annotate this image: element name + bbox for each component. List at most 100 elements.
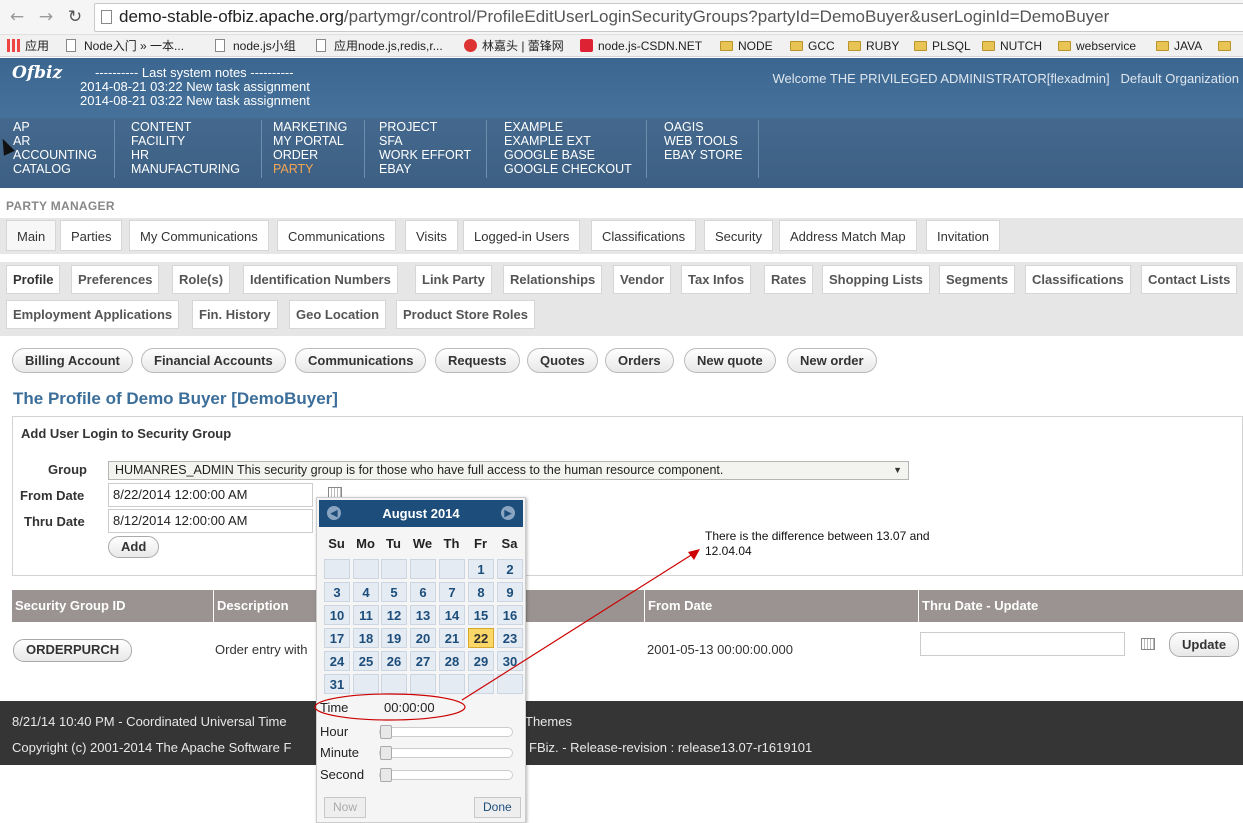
app-link[interactable]: MY PORTAL <box>273 134 347 148</box>
subtab-geo-location[interactable]: Geo Location <box>289 300 387 329</box>
bookmark-item[interactable]: 林嘉头 | 蕾锋网 <box>464 38 564 54</box>
calendar-day[interactable]: 13 <box>410 605 436 625</box>
themes-link[interactable]: Themes <box>525 714 572 729</box>
app-link[interactable]: EXAMPLE EXT <box>504 134 632 148</box>
calendar-day[interactable]: 26 <box>381 651 407 671</box>
calendar-day[interactable]: 7 <box>439 582 465 602</box>
calendar-day[interactable]: 4 <box>353 582 379 602</box>
col-from-date[interactable]: From Date <box>645 590 919 622</box>
slider-handle[interactable] <box>380 768 392 782</box>
app-link[interactable]: EBAY <box>379 162 471 176</box>
calendar-day[interactable]: 3 <box>324 582 350 602</box>
calendar-day[interactable]: 10 <box>324 605 350 625</box>
subtab-fin-history[interactable]: Fin. History <box>192 300 278 329</box>
bookmark-folder[interactable]: RUBY <box>848 38 899 54</box>
group-select[interactable]: HUMANRES_ADMIN This security group is fo… <box>108 461 909 480</box>
app-link[interactable]: GOOGLE CHECKOUT <box>504 162 632 176</box>
app-link-active[interactable]: PARTY <box>273 162 347 176</box>
subtab-link-party[interactable]: Link Party <box>415 265 492 294</box>
security-group-id-button[interactable]: ORDERPURCH <box>13 639 133 662</box>
update-button[interactable]: Update <box>1169 632 1240 657</box>
bookmark-item[interactable]: 应用node.js,redis,r... <box>316 38 443 54</box>
requests-button[interactable]: Requests <box>435 348 520 373</box>
calendar-day[interactable]: 20 <box>410 628 436 648</box>
calendar-day[interactable]: 5 <box>381 582 407 602</box>
tab-logged-in-users[interactable]: Logged-in Users <box>463 220 581 251</box>
calendar-day[interactable]: 28 <box>439 651 465 671</box>
calendar-day[interactable]: 18 <box>353 628 379 648</box>
next-month-icon[interactable]: ▶ <box>501 506 515 520</box>
app-link[interactable]: MARKETING <box>273 120 347 134</box>
prev-month-icon[interactable]: ◀ <box>327 506 341 520</box>
new-quote-button[interactable]: New quote <box>684 348 776 373</box>
subtab-preferences[interactable]: Preferences <box>71 265 160 294</box>
bookmark-folder[interactable]: webservice <box>1058 38 1136 54</box>
tab-classifications[interactable]: Classifications <box>591 220 697 251</box>
orders-button[interactable]: Orders <box>605 348 674 373</box>
quotes-button[interactable]: Quotes <box>527 348 598 373</box>
bookmark-item[interactable]: Node入门 » 一本... <box>66 38 184 54</box>
app-link[interactable]: CONTENT <box>131 120 240 134</box>
bookmark-item[interactable]: node.js-CSDN.NET <box>580 38 702 54</box>
calendar-day[interactable]: 31 <box>324 674 350 694</box>
calendar-day[interactable]: 19 <box>381 628 407 648</box>
calendar-day[interactable]: 1 <box>468 559 494 579</box>
app-link[interactable]: OAGIS <box>664 120 743 134</box>
subtab-tax-infos[interactable]: Tax Infos <box>681 265 752 294</box>
calendar-day[interactable]: 22 <box>468 628 494 648</box>
bookmark-folder[interactable]: GCC <box>790 38 835 54</box>
app-link[interactable]: ACCOUNTING <box>13 148 97 162</box>
calendar-day[interactable]: 8 <box>468 582 494 602</box>
bookmark-item[interactable]: node.js小组 <box>215 38 296 54</box>
app-link[interactable]: ORDER <box>273 148 347 162</box>
bookmark-folder[interactable] <box>1218 38 1236 54</box>
calendar-day[interactable]: 21 <box>439 628 465 648</box>
minute-slider[interactable] <box>379 746 513 760</box>
bookmark-folder[interactable]: NUTCH <box>982 38 1042 54</box>
app-link[interactable]: EXAMPLE <box>504 120 632 134</box>
app-link[interactable]: EBAY STORE <box>664 148 743 162</box>
subtab-segments[interactable]: Segments <box>939 265 1016 294</box>
calendar-day[interactable]: 17 <box>324 628 350 648</box>
done-button[interactable]: Done <box>474 797 521 818</box>
subtab-identification-numbers[interactable]: Identification Numbers <box>243 265 398 294</box>
app-link[interactable]: CATALOG <box>13 162 97 176</box>
subtab-rates[interactable]: Rates <box>764 265 814 294</box>
calendar-day[interactable]: 23 <box>497 628 523 648</box>
new-order-button[interactable]: New order <box>787 348 877 373</box>
tab-security[interactable]: Security <box>704 220 773 251</box>
calendar-day[interactable]: 2 <box>497 559 523 579</box>
address-bar[interactable]: demo-stable-ofbiz.apache.org/partymgr/co… <box>94 3 1243 32</box>
app-link[interactable]: PROJECT <box>379 120 471 134</box>
reload-icon[interactable]: ↻ <box>64 6 86 28</box>
thru-date-input[interactable]: 8/12/2014 12:00:00 AM <box>108 509 313 533</box>
second-slider[interactable] <box>379 768 513 782</box>
app-link[interactable]: HR <box>131 148 240 162</box>
calendar-day[interactable]: 30 <box>497 651 523 671</box>
calendar-day[interactable]: 14 <box>439 605 465 625</box>
subtab-contact-lists[interactable]: Contact Lists <box>1141 265 1238 294</box>
calendar-day[interactable]: 27 <box>410 651 436 671</box>
calendar-day[interactable]: 9 <box>497 582 523 602</box>
col-thru-date-update[interactable]: Thru Date - Update <box>919 590 1243 622</box>
calendar-day[interactable]: 29 <box>468 651 494 671</box>
calendar-day[interactable]: 11 <box>353 605 379 625</box>
organization-link[interactable]: Default Organization <box>1120 71 1239 86</box>
welcome-user[interactable]: Welcome THE PRIVILEGED ADMINISTRATOR[fle… <box>773 71 1110 86</box>
bookmark-folder[interactable]: PLSQL <box>914 38 971 54</box>
app-link[interactable]: FACILITY <box>131 134 240 148</box>
app-link[interactable]: SFA <box>379 134 471 148</box>
app-link[interactable]: GOOGLE BASE <box>504 148 632 162</box>
bookmark-folder[interactable]: JAVA <box>1156 38 1202 54</box>
app-link[interactable]: MANUFACTURING <box>131 162 240 176</box>
thru-date-update-input[interactable] <box>920 632 1125 656</box>
bookmark-apps[interactable]: 应用 <box>7 38 49 54</box>
back-icon[interactable]: ← <box>6 6 28 28</box>
col-security-group-id[interactable]: Security Group ID <box>12 590 214 622</box>
calendar-day[interactable]: 15 <box>468 605 494 625</box>
subtab-employment-applications[interactable]: Employment Applications <box>6 300 180 329</box>
calendar-day[interactable]: 25 <box>353 651 379 671</box>
app-link[interactable]: AP <box>13 120 97 134</box>
subtab-relationships[interactable]: Relationships <box>503 265 603 294</box>
tab-my-communications[interactable]: My Communications <box>129 220 269 251</box>
